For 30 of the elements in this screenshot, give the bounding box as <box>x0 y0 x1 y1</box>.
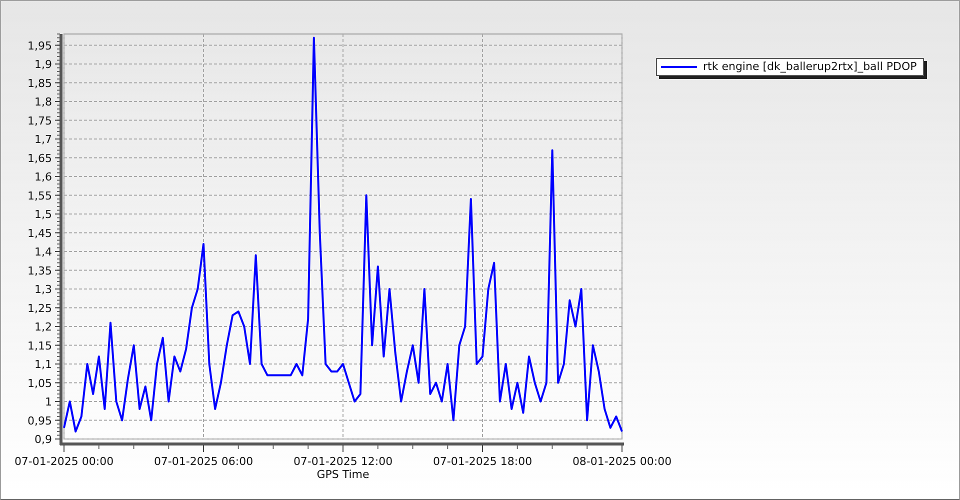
y-tick-label: 1,35 <box>28 264 52 278</box>
y-tick-label: 1,65 <box>28 152 52 165</box>
x-tick-label: 07-01-2025 18:00 <box>432 455 532 468</box>
x-tick-label: 07-01-2025 06:00 <box>154 455 254 468</box>
y-tick-label: 1,45 <box>28 226 52 240</box>
y-tick-label: 1,8 <box>34 96 52 108</box>
y-tick-label: 1,25 <box>28 302 52 315</box>
x-tick-label: 07-01-2025 12:00 <box>293 455 393 468</box>
y-tick-label: 1,55 <box>28 189 52 202</box>
y-tick-label: 0,9 <box>34 433 52 446</box>
x-axis-title: GPS Time <box>316 468 370 481</box>
y-tick-label: 1,7 <box>34 133 52 146</box>
y-tick-label: 1,15 <box>28 339 52 352</box>
legend-line-icon <box>661 66 697 68</box>
y-tick-label: 0,95 <box>28 414 52 428</box>
y-tick-label: 1,6 <box>34 170 52 184</box>
y-tick-label: 1,1 <box>34 358 52 371</box>
y-tick-label: 1,4 <box>34 246 52 258</box>
y-tick-label: 1,3 <box>34 283 52 296</box>
y-tick-label: 1,85 <box>28 76 52 90</box>
y-tick-label: 1,2 <box>34 320 52 334</box>
x-tick-label: 08-01-2025 00:00 <box>572 455 672 468</box>
y-tick-label: 1,9 <box>34 58 52 71</box>
y-tick-label: 1 <box>45 396 52 408</box>
y-tick-label: 1,95 <box>28 39 52 52</box>
y-tick-label: 1,05 <box>28 376 52 390</box>
y-tick-label: 1,5 <box>34 208 52 221</box>
y-tick-label: 1,75 <box>28 114 52 128</box>
legend-label: rtk engine [dk_ballerup2rtx]_ball PDOP <box>703 60 917 73</box>
x-tick-label: 07-01-2025 00:00 <box>14 455 114 468</box>
